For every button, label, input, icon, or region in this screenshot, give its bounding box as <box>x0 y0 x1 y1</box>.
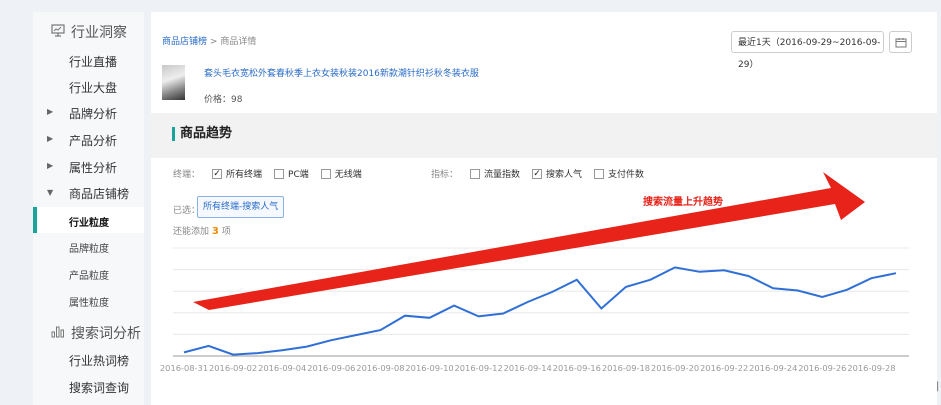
sidebar-section-title: 搜索词分析 <box>71 326 141 342</box>
chart-series-line <box>183 266 897 356</box>
bar-chart-icon <box>51 325 65 342</box>
sidebar-section-title: 行业洞察 <box>71 25 127 41</box>
annotation-text: 搜索流量上升趋势 <box>643 197 723 208</box>
sidebar-section-search[interactable]: 搜索词分析 <box>51 323 141 343</box>
sidebar-item-hot-words[interactable]: 行业热词榜 <box>69 352 129 369</box>
chart-x-tick-label: 2016-09-02 <box>209 363 257 373</box>
main-panel: 商品店铺榜 > 商品详情 最近1天（2016-09-29~2016-09-29）… <box>151 12 937 405</box>
chart-x-tick-label: 2016-09-04 <box>258 363 306 373</box>
chart-x-tick-label: 2016-09-18 <box>602 363 650 373</box>
expand-arrow-icon[interactable]: ▶ <box>47 107 53 116</box>
sidebar-subitem-attribute-granularity[interactable]: 属性粒度 <box>69 294 109 309</box>
chart-x-tick-label: 2016-09-16 <box>553 363 601 373</box>
sidebar-item-brand-analysis[interactable]: 品牌分析 <box>69 105 117 122</box>
sidebar-item-search-query[interactable]: 搜索词查询 <box>69 379 129 396</box>
chart-x-tick-label: 2016-08-31 <box>160 363 208 373</box>
sidebar-item-product-shop-rank[interactable]: 商品店铺榜 <box>69 185 129 202</box>
trend-chart: 2016-08-31 2016-09-02 2016-09-04 2016-09-06… <box>160 172 909 373</box>
sidebar-subitem-product-granularity[interactable]: 产品粒度 <box>69 267 109 282</box>
chart-x-tick-label: 2016-09-08 <box>356 363 404 373</box>
sidebar-subitem-industry-granularity[interactable]: 行业粒度 <box>69 214 109 229</box>
sidebar-item-product-analysis[interactable]: 产品分析 <box>69 132 117 149</box>
monitor-icon <box>51 23 65 41</box>
scrollbar-handle[interactable]: | <box>936 381 939 392</box>
sidebar-item-attribute-analysis[interactable]: 属性分析 <box>69 159 117 176</box>
chart-x-tick-label: 2016-09-10 <box>405 363 453 373</box>
chart-x-tick-label: 2016-09-14 <box>504 363 552 373</box>
collapse-arrow-icon[interactable]: ▼ <box>47 188 53 197</box>
chart-x-tick-label: 2016-09-22 <box>700 363 748 373</box>
sidebar: 行业洞察 行业直播 行业大盘 ▶ 品牌分析 ▶ 产品分析 ▶ 属性分析 ▼ 商品… <box>33 12 144 405</box>
chart-x-tick-label: 2016-09-12 <box>455 363 503 373</box>
sidebar-subitem-brand-granularity[interactable]: 品牌粒度 <box>69 240 109 255</box>
annotation-arrow <box>193 172 865 310</box>
chart-x-tick-label: 2016-09-28 <box>847 363 895 373</box>
expand-arrow-icon[interactable]: ▶ <box>47 161 53 170</box>
chart-x-tick-label: 2016-09-20 <box>651 363 699 373</box>
chart-x-tick-label: 2016-09-06 <box>307 363 355 373</box>
chart-x-tick-label: 2016-09-24 <box>749 363 797 373</box>
sidebar-item-industry-overview[interactable]: 行业大盘 <box>69 79 117 96</box>
expand-arrow-icon[interactable]: ▶ <box>47 134 53 143</box>
active-item-indicator <box>33 207 37 233</box>
sidebar-section-industry[interactable]: 行业洞察 <box>51 22 127 42</box>
sidebar-item-industry-live[interactable]: 行业直播 <box>69 53 117 70</box>
chart-x-tick-label: 2016-09-26 <box>798 363 846 373</box>
